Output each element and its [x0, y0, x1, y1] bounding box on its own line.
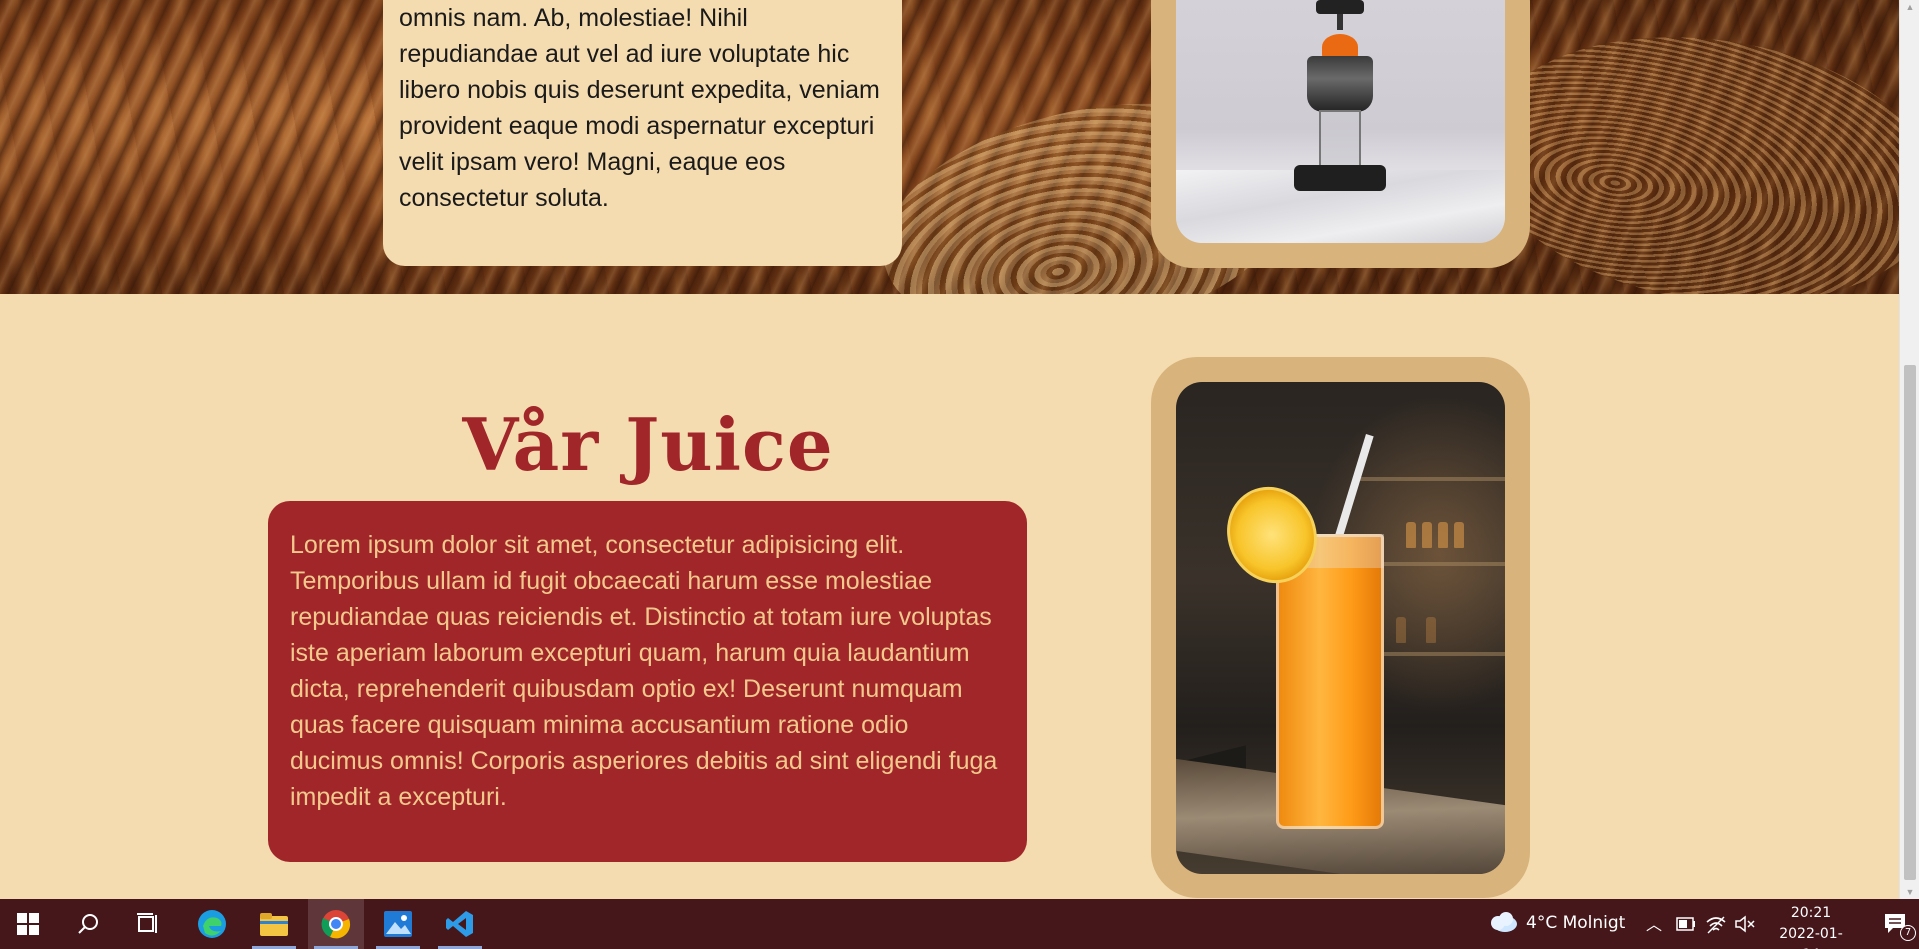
- task-view-button[interactable]: [120, 899, 176, 949]
- juice-description-card: Lorem ipsum dolor sit amet, consectetur …: [268, 501, 1027, 862]
- clock-date: 2022-01-14: [1779, 926, 1843, 949]
- task-view-icon: [137, 913, 157, 933]
- windows-taskbar: 4°C Molnigt ︿ 7: [0, 899, 1919, 949]
- wood-hero-section: omnis nam. Ab, molestiae! Nihil repudian…: [0, 0, 1899, 294]
- file-explorer-button[interactable]: [246, 899, 302, 949]
- vscode-icon: [446, 911, 473, 937]
- info-card: omnis nam. Ab, molestiae! Nihil repudian…: [383, 0, 902, 266]
- volume-muted-icon[interactable]: [1734, 914, 1756, 934]
- photos-button[interactable]: [370, 899, 426, 949]
- page-scrollbar[interactable]: ▲ ▼: [1899, 0, 1919, 899]
- scrollbar-thumb[interactable]: [1904, 365, 1916, 880]
- wifi-icon[interactable]: [1705, 914, 1727, 934]
- browser-viewport: omnis nam. Ab, molestiae! Nihil repudian…: [0, 0, 1899, 899]
- juicer-photo-frame: [1151, 0, 1530, 268]
- search-icon: [78, 914, 98, 934]
- juice-description-text: Lorem ipsum dolor sit amet, consectetur …: [290, 531, 998, 811]
- notification-count-badge: 7: [1900, 925, 1916, 941]
- weather-cloud-icon: [1491, 912, 1517, 932]
- scroll-down-icon[interactable]: ▼: [1900, 885, 1919, 899]
- battery-icon[interactable]: [1676, 917, 1696, 931]
- file-explorer-icon: [260, 913, 288, 936]
- vscode-button[interactable]: [432, 899, 488, 949]
- photos-icon: [384, 911, 412, 937]
- edge-button[interactable]: [184, 899, 240, 949]
- notification-center-button[interactable]: 7: [1876, 899, 1916, 949]
- edge-icon: [198, 910, 226, 938]
- taskbar-clock[interactable]: 20:21 2022-01-14: [1776, 903, 1846, 949]
- scroll-up-icon[interactable]: ▲: [1900, 0, 1919, 14]
- orange-juice-photo-frame: [1151, 357, 1530, 898]
- chrome-button[interactable]: [308, 899, 364, 949]
- windows-start-icon: [17, 913, 39, 935]
- juice-section-title: Vår Juice: [462, 402, 834, 487]
- start-button[interactable]: [0, 899, 56, 949]
- info-card-text: omnis nam. Ab, molestiae! Nihil repudian…: [399, 4, 880, 212]
- clock-time: 20:21: [1790, 905, 1832, 921]
- chrome-icon: [321, 910, 351, 939]
- orange-juice-photo: [1176, 382, 1505, 874]
- juicer-photo: [1176, 0, 1505, 243]
- show-hidden-icons-chevron-icon[interactable]: ︿: [1646, 911, 1662, 935]
- weather-text[interactable]: 4°C Molnigt: [1526, 913, 1625, 933]
- search-button[interactable]: [60, 899, 116, 949]
